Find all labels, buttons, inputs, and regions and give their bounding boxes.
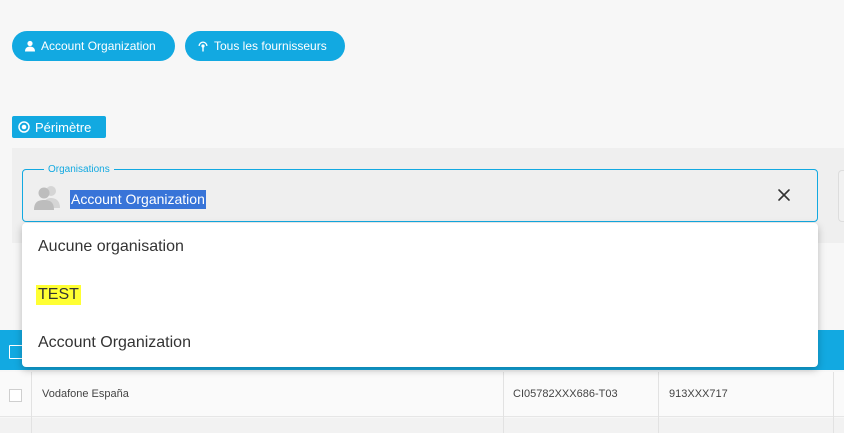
column-divider [833, 372, 834, 433]
option-test[interactable]: TEST [36, 285, 81, 305]
column-divider [658, 372, 659, 433]
clear-icon[interactable] [775, 186, 793, 204]
organisations-dropdown: Aucune organisation TEST Account Organiz… [22, 223, 818, 367]
users-icon [34, 186, 60, 210]
column-divider [31, 372, 32, 433]
option-aucune-organisation[interactable]: Aucune organisation [38, 237, 184, 257]
target-icon [18, 121, 30, 133]
row-checkbox[interactable] [9, 389, 22, 402]
table-row [0, 418, 844, 433]
organisations-field-label: Organisations [44, 164, 114, 176]
secondary-field-edge [838, 170, 844, 222]
user-icon [25, 40, 35, 52]
all-suppliers-chip-label: Tous les fournisseurs [214, 39, 327, 53]
account-organization-chip[interactable]: Account Organization [12, 31, 175, 61]
supplier-cell: Vodafone España [42, 388, 129, 400]
select-all-checkbox[interactable] [9, 345, 23, 359]
perimetre-label: Périmètre [35, 119, 92, 135]
number-cell: 913XXX717 [669, 388, 728, 400]
broadcast-icon [198, 41, 208, 52]
column-divider [503, 372, 504, 433]
account-organization-chip-label: Account Organization [41, 39, 156, 53]
option-account-organization[interactable]: Account Organization [38, 333, 191, 353]
perimetre-section-tag: Périmètre [12, 116, 106, 138]
all-suppliers-chip[interactable]: Tous les fournisseurs [185, 31, 345, 61]
organisations-input-value[interactable]: Account Organization [70, 190, 206, 209]
contract-cell: CI05782XXX686-T03 [513, 388, 618, 400]
